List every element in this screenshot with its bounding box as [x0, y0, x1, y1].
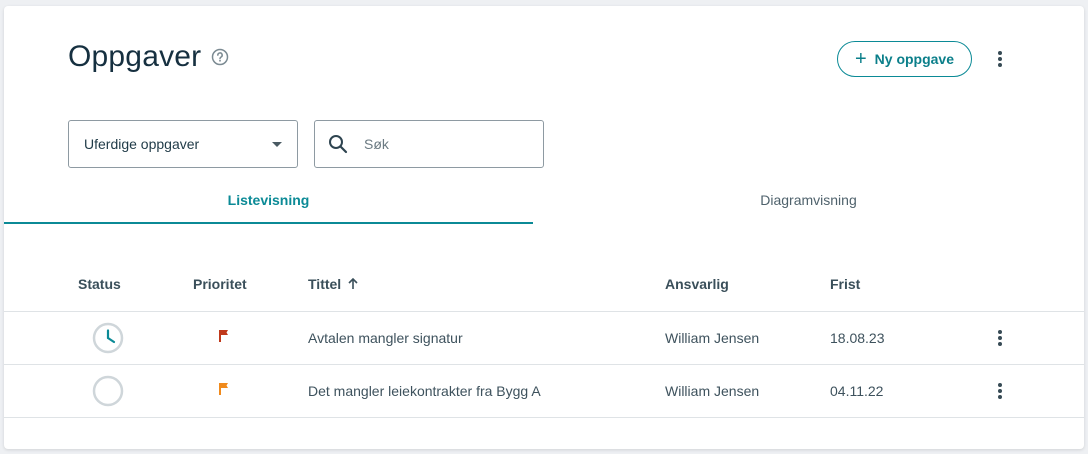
plus-icon: + [854, 48, 867, 70]
row-title: Avtalen mangler signatur [308, 330, 463, 346]
column-owner[interactable]: Ansvarlig [665, 276, 729, 292]
tab-list-view[interactable]: Listevisning [4, 176, 533, 224]
row-deadline: 04.11.22 [830, 383, 884, 399]
column-priority[interactable]: Prioritet [193, 276, 247, 292]
title-row: Oppgaver [68, 40, 229, 74]
help-circle-icon[interactable] [211, 48, 229, 66]
tasks-table: Status Prioritet Tittel Ansvarlig Frist [4, 258, 1084, 418]
more-vertical-icon[interactable] [988, 47, 1012, 71]
arrow-up-icon [348, 277, 358, 289]
search-input[interactable] [364, 136, 514, 152]
page-title: Oppgaver [68, 40, 202, 73]
more-vertical-icon[interactable] [988, 326, 1012, 350]
new-task-button[interactable]: + Ny oppgave [837, 41, 972, 77]
search-box[interactable] [314, 120, 544, 168]
column-title[interactable]: Tittel [308, 276, 360, 292]
clock-icon[interactable] [92, 322, 124, 359]
table-row[interactable]: Avtalen mangler signatur William Jensen … [4, 312, 1084, 365]
flag-icon [218, 382, 232, 401]
column-status[interactable]: Status [78, 276, 121, 292]
task-filter-value: Uferdige oppgaver [84, 136, 200, 152]
column-title-label: Tittel [308, 276, 342, 292]
caret-down-icon [272, 142, 282, 147]
empty-circle-icon[interactable] [92, 375, 124, 412]
task-filter-select[interactable]: Uferdige oppgaver [68, 120, 298, 168]
row-title: Det mangler leiekontrakter fra Bygg A [308, 383, 541, 399]
new-task-label: Ny oppgave [874, 51, 955, 67]
column-deadline[interactable]: Frist [830, 276, 860, 292]
flag-icon [218, 329, 232, 348]
table-row[interactable]: Det mangler leiekontrakter fra Bygg A Wi… [4, 365, 1084, 418]
row-owner: William Jensen [665, 383, 760, 399]
more-vertical-icon[interactable] [988, 379, 1012, 403]
view-tabs: Listevisning Diagramvisning [4, 176, 1084, 224]
row-deadline: 18.08.23 [830, 330, 885, 346]
table-header: Status Prioritet Tittel Ansvarlig Frist [4, 258, 1084, 312]
tab-diagram-view[interactable]: Diagramvisning [533, 176, 1084, 224]
search-icon [329, 135, 348, 154]
row-owner: William Jensen [665, 330, 760, 346]
tasks-card: Oppgaver + Ny oppgave Uferdige oppgaver … [4, 6, 1084, 449]
